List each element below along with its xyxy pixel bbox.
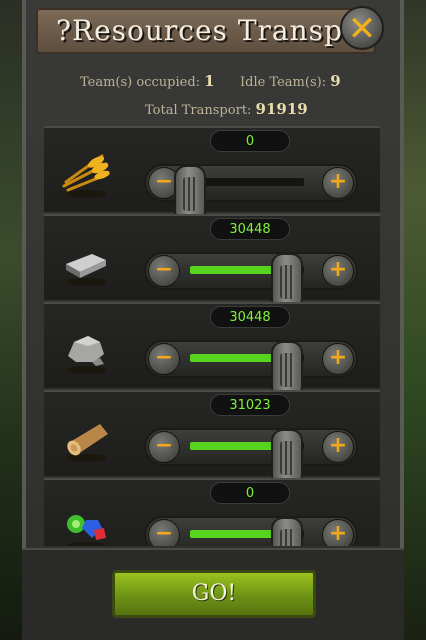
total-transport-value: 91919 bbox=[255, 100, 308, 118]
slider-track bbox=[190, 253, 304, 311]
decrease-button[interactable]: − bbox=[148, 431, 180, 463]
dialog-title: ?Resources Transpo bbox=[56, 14, 361, 47]
resource-slider[interactable]: − + bbox=[144, 516, 358, 546]
idle-teams-value: 9 bbox=[330, 72, 341, 90]
resource-amount: 0 bbox=[210, 482, 290, 504]
dialog-title-bar: ?Resources Transpo bbox=[36, 8, 376, 54]
increase-button[interactable]: + bbox=[322, 519, 354, 546]
resource-list: 0 − + 30448 − + 30448 − + 31023 − + 0 − … bbox=[44, 126, 380, 546]
resource-amount: 31023 bbox=[210, 394, 290, 416]
resource-amount: 30448 bbox=[210, 306, 290, 328]
resource-row-gems: 0 − + bbox=[44, 478, 380, 546]
wood-log-icon bbox=[66, 424, 108, 462]
increase-button[interactable]: + bbox=[322, 431, 354, 463]
slider-track bbox=[190, 341, 304, 399]
idle-teams: Idle Team(s): 9 bbox=[240, 72, 341, 90]
teams-occupied-value: 1 bbox=[204, 72, 215, 90]
teams-occupied: Team(s) occupied: 1 bbox=[80, 72, 215, 90]
increase-button[interactable]: + bbox=[322, 255, 354, 287]
total-transport: Total Transport: 91919 bbox=[145, 100, 308, 118]
close-icon: ✕ bbox=[347, 9, 377, 49]
resource-row-wood: 31023 − + bbox=[44, 390, 380, 487]
idle-teams-label: Idle Team(s): bbox=[240, 75, 327, 90]
increase-button[interactable]: + bbox=[322, 343, 354, 375]
close-button[interactable]: ✕ bbox=[340, 6, 384, 50]
resource-slider[interactable]: − + bbox=[144, 164, 358, 223]
resource-row-stone: 30448 − + bbox=[44, 302, 380, 399]
increase-button[interactable]: + bbox=[322, 167, 354, 199]
decrease-button[interactable]: − bbox=[148, 519, 180, 546]
total-transport-label: Total Transport: bbox=[145, 103, 252, 118]
teams-occupied-label: Team(s) occupied: bbox=[80, 75, 201, 90]
resource-amount: 30448 bbox=[210, 218, 290, 240]
slider-track bbox=[190, 517, 304, 546]
go-button[interactable]: GO! bbox=[112, 570, 316, 618]
slider-track bbox=[190, 429, 304, 487]
slider-track bbox=[174, 165, 304, 223]
resource-slider[interactable]: − + bbox=[144, 252, 358, 311]
resource-row-wheat: 0 − + bbox=[44, 126, 380, 223]
decrease-button[interactable]: − bbox=[148, 255, 180, 287]
resource-slider[interactable]: − + bbox=[144, 340, 358, 399]
stone-icon bbox=[66, 336, 106, 374]
wheat-icon bbox=[62, 154, 110, 198]
resource-amount: 0 bbox=[210, 130, 290, 152]
iron-ingot-icon bbox=[66, 254, 106, 286]
gems-icon bbox=[66, 515, 106, 546]
decrease-button[interactable]: − bbox=[148, 343, 180, 375]
resource-slider[interactable]: − + bbox=[144, 428, 358, 487]
resource-row-iron: 30448 − + bbox=[44, 214, 380, 311]
slider-knob[interactable] bbox=[270, 517, 303, 546]
